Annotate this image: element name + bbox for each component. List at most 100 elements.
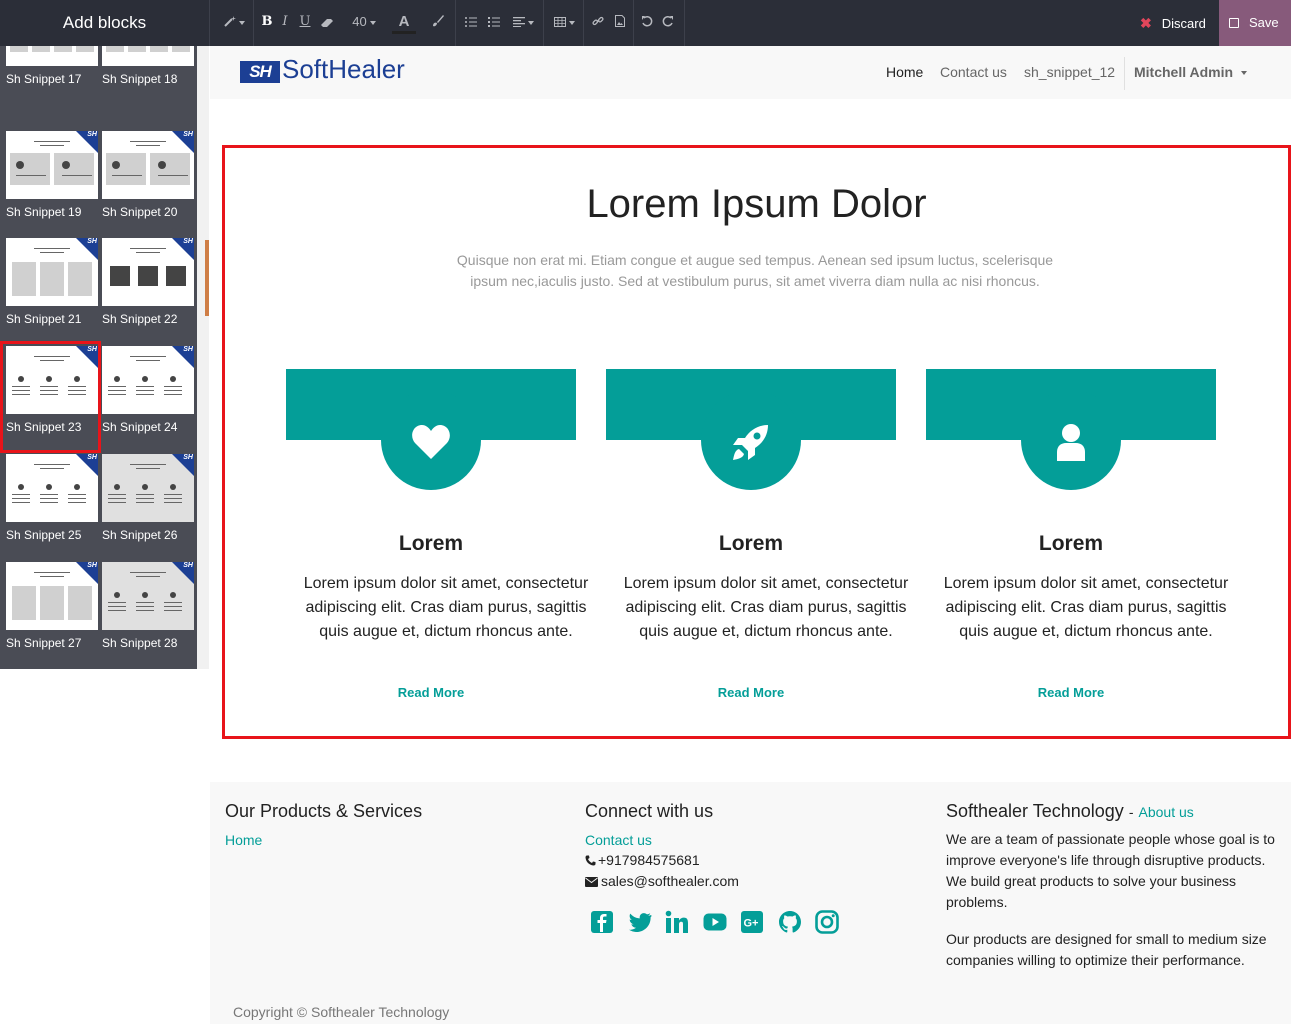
nav-divider xyxy=(1124,57,1125,90)
preview-shape xyxy=(12,262,36,296)
background-color-button[interactable] xyxy=(429,0,447,46)
linkedin-icon[interactable] xyxy=(665,910,689,934)
instagram-icon[interactable] xyxy=(815,910,839,934)
snippet-thumbnail[interactable]: SH Sh Snippet 20 xyxy=(102,131,194,219)
snippet-preview: SH xyxy=(6,46,98,66)
logo-text: SoftHealer xyxy=(282,54,405,84)
twitter-icon[interactable] xyxy=(628,910,652,934)
nav-contact-us[interactable]: Contact us xyxy=(940,46,1007,99)
card-title[interactable]: Lorem xyxy=(606,532,896,556)
align-dropdown[interactable] xyxy=(508,0,538,46)
snippet-thumbnail[interactable]: SH Sh Snippet 27 xyxy=(6,562,98,650)
numbered-list-button[interactable] xyxy=(486,0,502,46)
preview-shape xyxy=(170,484,176,490)
nav-sh-snippet-12[interactable]: sh_snippet_12 xyxy=(1024,46,1115,99)
discard-button[interactable]: ✖ Discard xyxy=(1128,0,1219,46)
instagram-icon xyxy=(815,910,839,934)
footer-home-link[interactable]: Home xyxy=(225,832,262,848)
card-title[interactable]: Lorem xyxy=(926,532,1216,556)
undo-icon xyxy=(642,15,653,27)
preview-shape xyxy=(128,46,146,52)
card-title[interactable]: Lorem xyxy=(286,532,576,556)
nav-home[interactable]: Home xyxy=(886,46,923,99)
snippets-scrollbar[interactable] xyxy=(197,46,209,669)
snippet-thumbnail[interactable]: SH Sh Snippet 24 xyxy=(102,346,194,434)
snippet-thumbnail[interactable]: SH Sh Snippet 25 xyxy=(6,454,98,542)
snippet-thumbnail[interactable]: SH Sh Snippet 19 xyxy=(6,131,98,219)
chevron-down-icon xyxy=(568,20,575,25)
snippet-preview: SH xyxy=(102,346,194,414)
magic-wand-dropdown[interactable] xyxy=(220,0,248,46)
preview-shape xyxy=(34,141,70,142)
card-text[interactable]: Lorem ipsum dolor sit amet, consectetur … xyxy=(616,572,916,644)
redo-button[interactable] xyxy=(660,0,676,46)
preview-shape xyxy=(114,484,120,490)
preview-shape xyxy=(12,494,30,495)
link-button[interactable] xyxy=(590,0,606,46)
section-subtitle[interactable]: Quisque non erat mi. Etiam congue et aug… xyxy=(440,250,1070,292)
snippet-thumbnail[interactable]: SH Sh Snippet 26 xyxy=(102,454,194,542)
italic-button[interactable]: I xyxy=(278,0,292,46)
google-plus-icon[interactable]: G+ xyxy=(740,910,764,934)
floppy-disk-icon xyxy=(1229,18,1239,28)
preview-shape xyxy=(164,390,182,391)
preview-shape xyxy=(164,602,182,603)
github-icon[interactable] xyxy=(778,910,802,934)
preview-shape xyxy=(12,498,30,499)
preview-shape xyxy=(32,46,50,52)
bullet-list-button[interactable] xyxy=(464,0,478,46)
bold-button[interactable]: B xyxy=(259,0,275,46)
user-menu[interactable]: Mitchell Admin xyxy=(1134,46,1248,99)
card-text[interactable]: Lorem ipsum dolor sit amet, consectetur … xyxy=(296,572,596,644)
softhealer-logo[interactable]: SH SoftHealer xyxy=(240,54,405,84)
snippet-section[interactable]: Lorem Ipsum Dolor Quisque non erat mi. E… xyxy=(222,145,1291,739)
snippet-thumbnail[interactable]: SH Sh Snippet 18 xyxy=(102,46,194,86)
footer-contact-link[interactable]: Contact us xyxy=(585,832,652,848)
underline-button[interactable]: U xyxy=(297,0,313,46)
undo-button[interactable] xyxy=(639,0,655,46)
snippets-panel: SH Sh Snippet 17 SH Sh Snippet 18 SH Sh Snipp… xyxy=(0,46,209,669)
preview-shape xyxy=(108,394,126,395)
snippet-thumbnail[interactable]: SH Sh Snippet 17 xyxy=(6,46,98,86)
preview-shape xyxy=(108,502,126,503)
preview-shape xyxy=(16,161,24,169)
preview-shape xyxy=(142,592,148,598)
image-button[interactable] xyxy=(612,0,628,46)
preview-shape xyxy=(136,252,160,253)
save-button[interactable]: Save xyxy=(1219,0,1291,46)
snippet-label: Sh Snippet 26 xyxy=(102,528,178,542)
footer-phone: +917984575681 xyxy=(585,850,700,871)
preview-shape xyxy=(62,161,70,169)
font-color-button[interactable]: A xyxy=(391,0,417,46)
discard-label: Discard xyxy=(1161,16,1206,31)
about-paragraph: Our products are designed for small to m… xyxy=(946,931,1267,968)
snippet-label: Sh Snippet 18 xyxy=(102,72,178,86)
magic-wand-icon xyxy=(223,16,236,27)
snippet-thumbnail[interactable]: SH Sh Snippet 21 xyxy=(6,238,98,326)
section-title[interactable]: Lorem Ipsum Dolor xyxy=(225,182,1288,227)
snippet-thumbnail[interactable]: SH Sh Snippet 22 xyxy=(102,238,194,326)
table-dropdown[interactable] xyxy=(550,0,578,46)
eraser-button[interactable] xyxy=(318,0,336,46)
preview-shape xyxy=(34,464,70,465)
preview-shape xyxy=(108,390,126,391)
read-more-link[interactable]: Read More xyxy=(286,685,576,700)
about-us-link[interactable]: About us xyxy=(1139,804,1194,820)
youtube-icon[interactable] xyxy=(703,910,727,934)
toolbar-divider xyxy=(253,0,254,46)
read-more-link[interactable]: Read More xyxy=(606,685,896,700)
scrollbar-thumb[interactable] xyxy=(205,240,209,316)
italic-icon: I xyxy=(282,14,288,29)
preview-shape xyxy=(136,498,154,499)
facebook-icon[interactable] xyxy=(590,910,614,934)
card-text[interactable]: Lorem ipsum dolor sit amet, consectetur … xyxy=(936,572,1236,644)
preview-shape xyxy=(114,592,120,598)
rocket-icon xyxy=(733,425,768,460)
preview-shape xyxy=(130,141,166,142)
read-more-link[interactable]: Read More xyxy=(926,685,1216,700)
align-left-icon xyxy=(512,17,525,27)
font-size-dropdown[interactable]: 40 xyxy=(347,0,381,46)
preview-shape xyxy=(106,46,124,52)
snippet-thumbnail[interactable]: SH Sh Snippet 28 xyxy=(102,562,194,650)
image-icon xyxy=(615,15,625,27)
